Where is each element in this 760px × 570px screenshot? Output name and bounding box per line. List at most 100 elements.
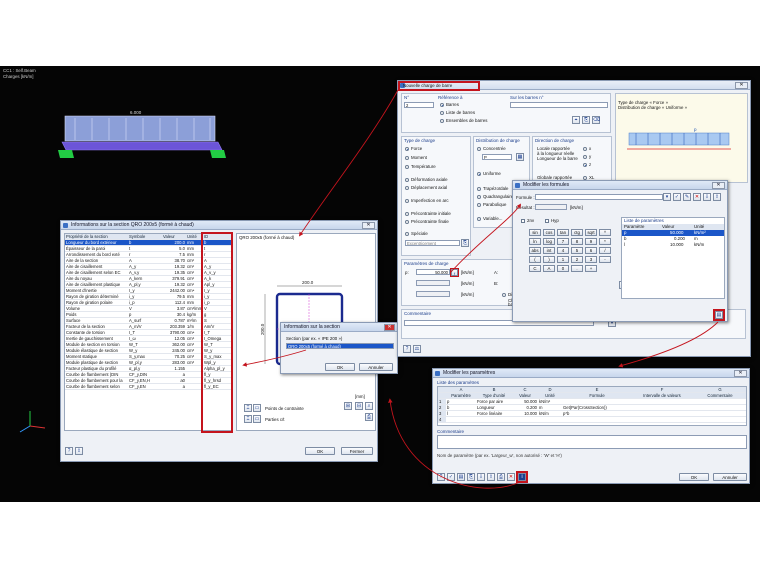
- check-icon[interactable]: ✓: [673, 193, 681, 201]
- table-cell[interactable]: [446, 416, 476, 424]
- frame-icon[interactable]: ▭: [253, 415, 261, 423]
- key-button[interactable]: 3: [585, 256, 597, 263]
- key-button[interactable]: tan: [557, 229, 569, 236]
- comment-textarea[interactable]: [437, 435, 747, 449]
- radio-variable[interactable]: [477, 217, 481, 221]
- copy-icon[interactable]: ⎘: [467, 473, 475, 481]
- close-icon[interactable]: ✕: [712, 182, 725, 189]
- parameters-grid[interactable]: A B C D E F G Paramètre Type d'unité Valeur Unité F…: [437, 386, 747, 426]
- edit-parameters-dialog[interactable]: Modifier les paramètres ✕ Liste des param…: [432, 368, 750, 484]
- formula-edit-icon[interactable]: ƒ: [451, 269, 458, 276]
- key-button[interactable]: 6: [585, 247, 597, 254]
- radio-uniform[interactable]: [477, 172, 481, 176]
- radio-concentrated[interactable]: [477, 147, 481, 151]
- grid-icon[interactable]: ▭: [253, 404, 261, 412]
- camera-icon[interactable]: ⎙: [497, 473, 505, 481]
- key-button[interactable]: 9: [585, 238, 597, 245]
- zoom-icon[interactable]: ⌕: [365, 402, 373, 410]
- close-icon[interactable]: ✕: [735, 82, 748, 89]
- radio-bar-sets[interactable]: [440, 119, 444, 123]
- import-icon[interactable]: ⇩: [703, 193, 711, 201]
- key-button[interactable]: 4: [557, 247, 569, 254]
- radio-dir-z[interactable]: [583, 163, 587, 167]
- key-button[interactable]: abs: [529, 247, 541, 254]
- key-button[interactable]: ): [543, 256, 555, 263]
- key-button[interactable]: sqrt: [585, 229, 597, 236]
- checkbox-special[interactable]: [405, 232, 409, 236]
- print-icon[interactable]: ⎙: [365, 413, 373, 421]
- radio-bar-list[interactable]: [440, 111, 444, 115]
- key-button[interactable]: +: [585, 265, 597, 272]
- key-button[interactable]: log: [543, 238, 555, 245]
- radio-dir-x[interactable]: [583, 147, 587, 151]
- radio-quadrangular[interactable]: [477, 195, 481, 199]
- formula-dropdown-icon[interactable]: ▾: [663, 193, 671, 201]
- key-button[interactable]: C: [529, 265, 541, 272]
- info-icon[interactable]: i: [518, 473, 526, 481]
- key-button[interactable]: ctg: [571, 229, 583, 236]
- radio-force[interactable]: [405, 147, 409, 151]
- help-icon[interactable]: ?: [403, 345, 411, 353]
- cancel-button[interactable]: Annuler: [713, 473, 747, 481]
- key-button[interactable]: 7: [557, 238, 569, 245]
- key-button[interactable]: cos: [543, 229, 555, 236]
- key-button[interactable]: /: [599, 247, 611, 254]
- key-button[interactable]: A: [543, 265, 555, 272]
- special-select[interactable]: Excentricement: [405, 240, 460, 246]
- special-edit-icon[interactable]: ⎘: [461, 239, 469, 247]
- check-icon[interactable]: ✓: [447, 473, 455, 481]
- radio-axial-deformation[interactable]: [405, 178, 409, 182]
- select-icon[interactable]: ⌖: [572, 116, 580, 124]
- key-button[interactable]: 5: [571, 247, 583, 254]
- edit-parameters-icon[interactable]: ▤: [715, 311, 723, 319]
- export-icon[interactable]: ⇧: [713, 193, 721, 201]
- export-icon[interactable]: ⇧: [487, 473, 495, 481]
- formula-input[interactable]: [535, 194, 663, 200]
- key-button[interactable]: sin: [529, 229, 541, 236]
- edit-icon[interactable]: ✎: [683, 193, 691, 201]
- dist-icon[interactable]: ▦: [516, 153, 524, 161]
- radio-initial-prestress[interactable]: [405, 212, 409, 216]
- radio-trapezoidal[interactable]: [477, 187, 481, 191]
- key-button[interactable]: *: [599, 238, 611, 245]
- table-icon[interactable]: ▤: [457, 473, 465, 481]
- key-button[interactable]: ^: [599, 229, 611, 236]
- view2-icon[interactable]: ⊟: [355, 402, 363, 410]
- table-cell[interactable]: [512, 416, 538, 424]
- pick-icon[interactable]: ⎘: [582, 116, 590, 124]
- close-icon[interactable]: ✕: [362, 222, 375, 229]
- radio-bars[interactable]: [440, 103, 444, 107]
- stress-points-icon[interactable]: ⌶: [244, 404, 252, 412]
- help-icon[interactable]: ?: [437, 473, 445, 481]
- dist-type-select[interactable]: P: [482, 154, 512, 160]
- key-button[interactable]: int: [543, 247, 555, 254]
- parameter-list[interactable]: Liste de paramètres Paramètre Valeur Uni…: [621, 217, 725, 299]
- radio-imperfection[interactable]: [405, 199, 409, 203]
- radio-axial-displacement[interactable]: [405, 186, 409, 190]
- delete-icon[interactable]: ✕: [507, 473, 515, 481]
- ok-button[interactable]: OK: [305, 447, 335, 455]
- bars-input[interactable]: [510, 102, 608, 108]
- radio-dir-y[interactable]: [583, 155, 587, 159]
- key-button[interactable]: ln: [529, 238, 541, 245]
- key-button[interactable]: .: [571, 265, 583, 272]
- beam-3d-view[interactable]: 6.000: [40, 96, 240, 196]
- section-info-dialog[interactable]: Information sur la section ✕ Section (par…: [280, 322, 398, 374]
- close-icon[interactable]: ✕: [384, 324, 395, 331]
- view-icon[interactable]: ⊞: [344, 402, 352, 410]
- table-row[interactable]: 4: [438, 416, 746, 424]
- radio-temperature[interactable]: [405, 165, 409, 169]
- table-cell[interactable]: [632, 416, 692, 424]
- export-icon[interactable]: ⇪: [75, 447, 83, 455]
- parts-label[interactable]: Parties c/t: [265, 417, 285, 422]
- checkbox-hyp[interactable]: [545, 219, 549, 223]
- help-icon[interactable]: ?: [65, 447, 73, 455]
- checkbox-distance[interactable]: [502, 293, 506, 297]
- radio-moment[interactable]: [405, 156, 409, 160]
- close-button[interactable]: Fermer: [341, 447, 373, 455]
- key-button[interactable]: 0: [557, 265, 569, 272]
- import-icon[interactable]: ⇩: [477, 473, 485, 481]
- load-number[interactable]: 2: [404, 102, 434, 108]
- parts-icon[interactable]: ⌶: [244, 415, 252, 423]
- units-icon[interactable]: ⚖: [413, 345, 421, 353]
